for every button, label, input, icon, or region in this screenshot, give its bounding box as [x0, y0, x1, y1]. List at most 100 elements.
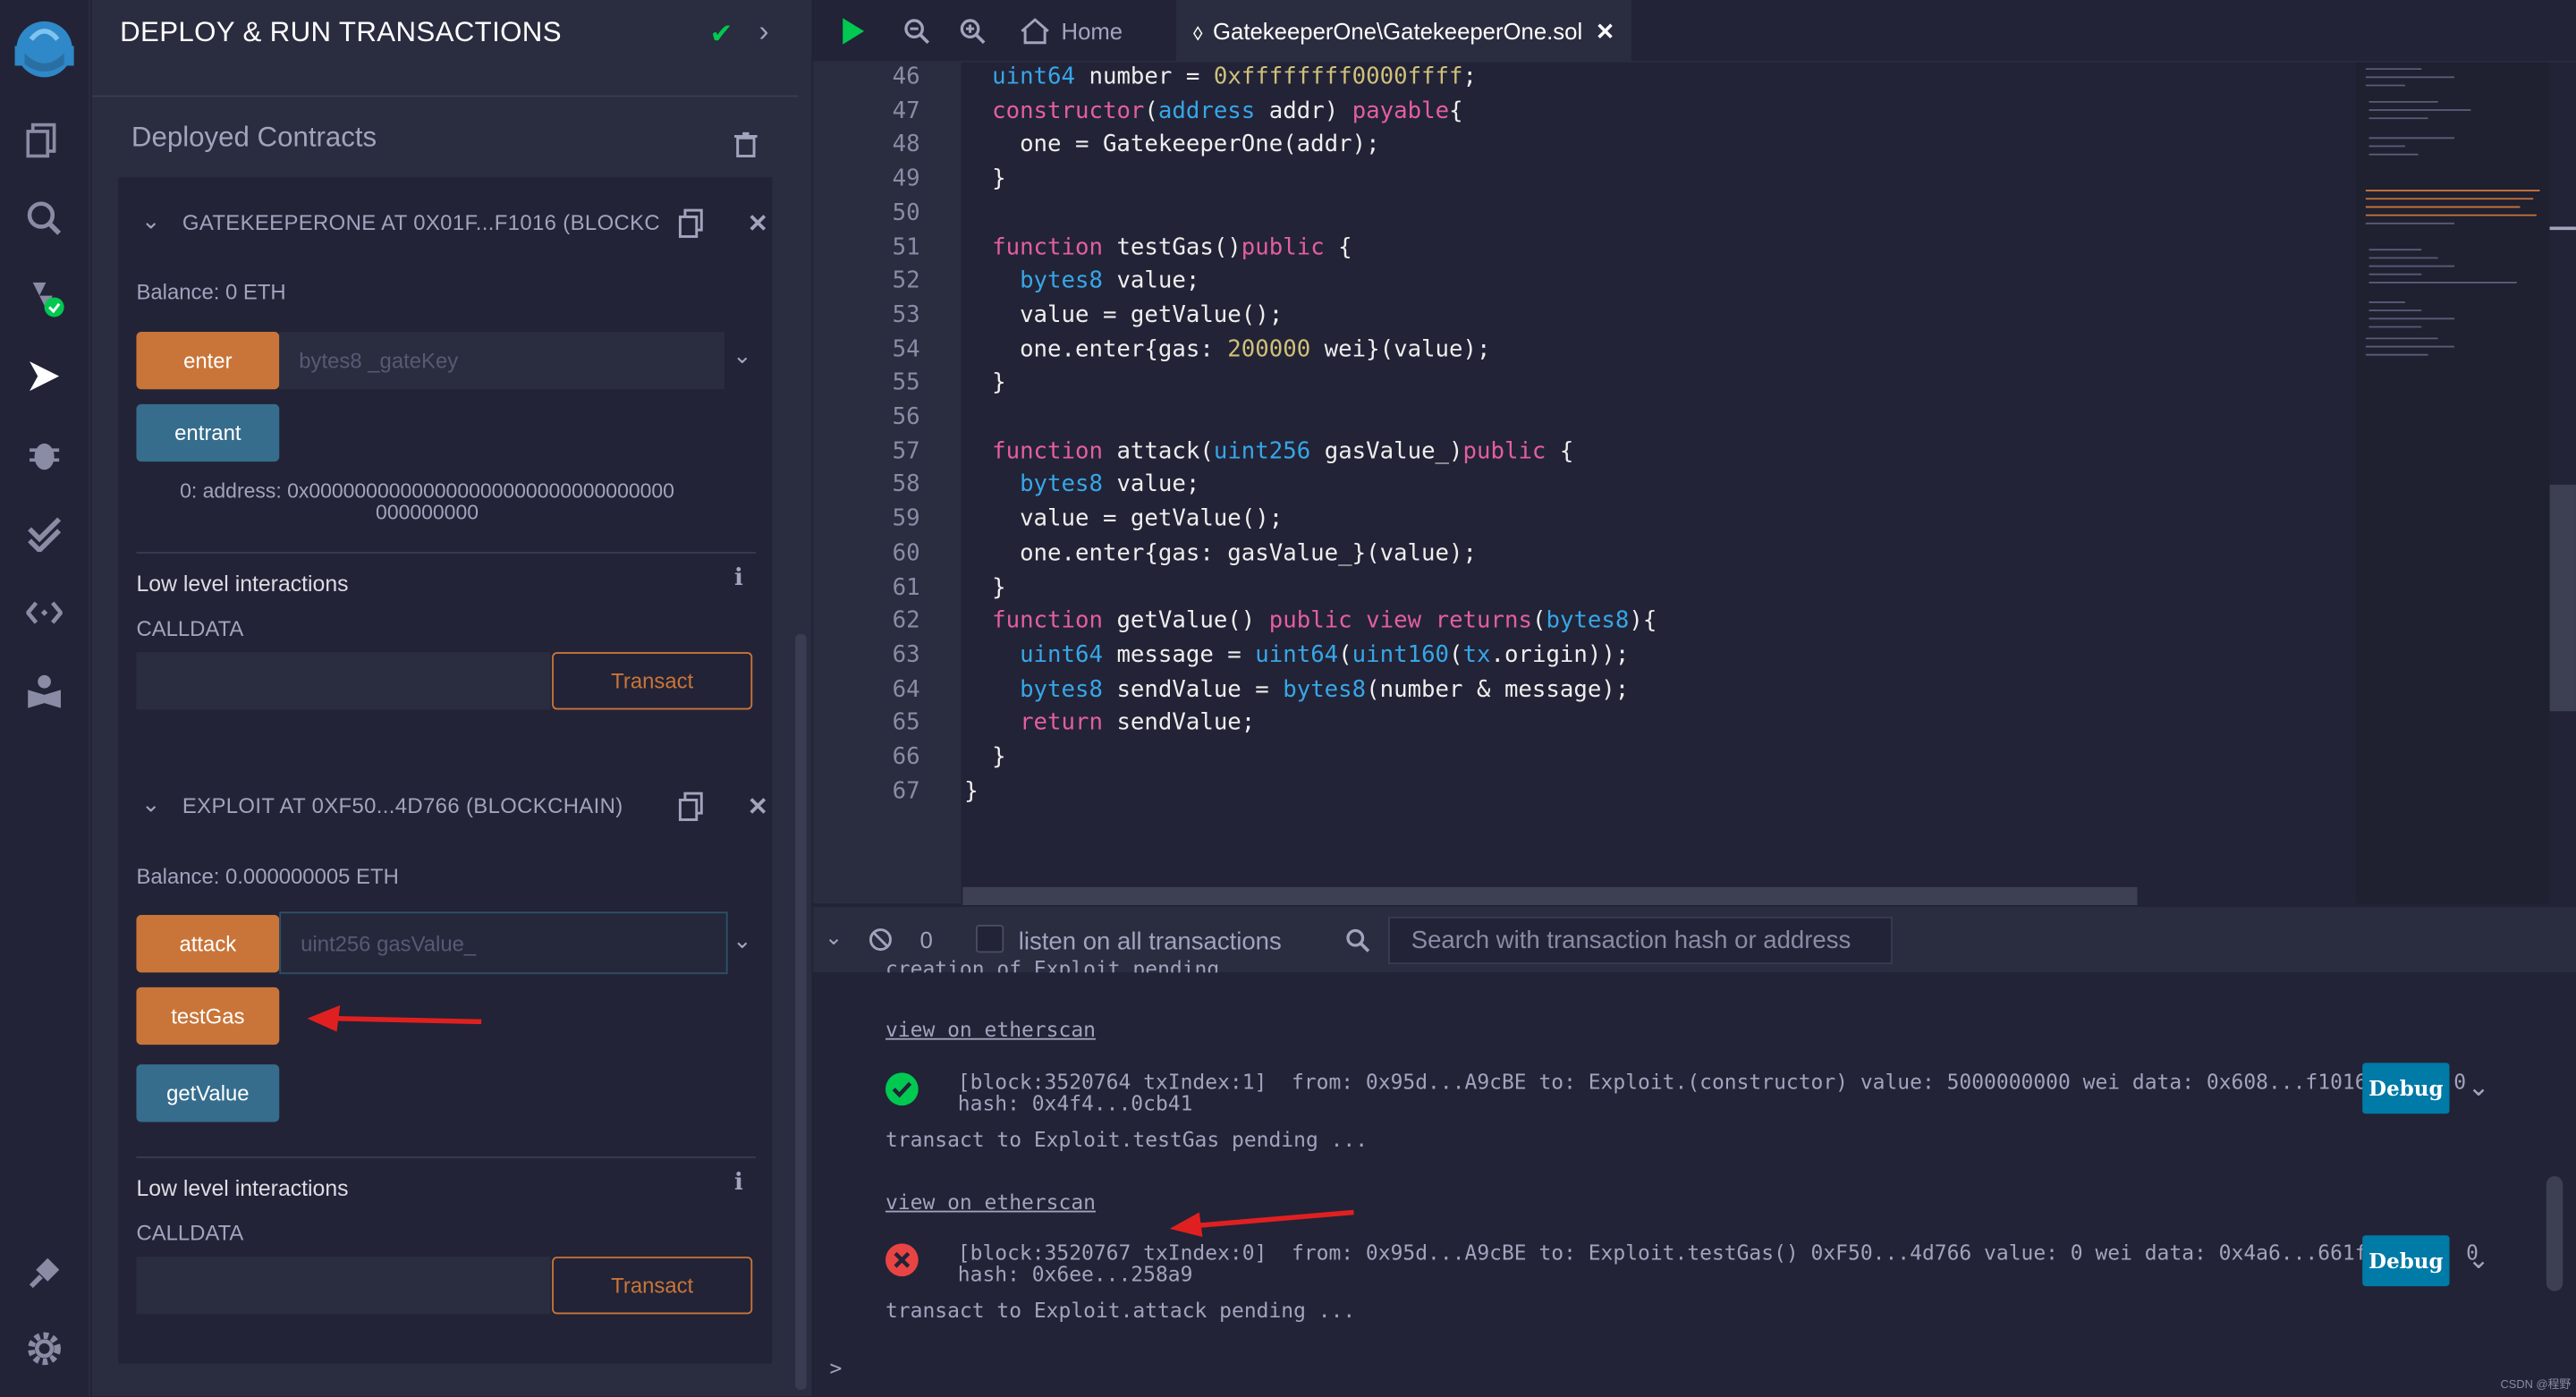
- close-icon[interactable]: ✕: [748, 792, 768, 821]
- calldata-input[interactable]: [136, 1257, 551, 1315]
- chevron-down-icon[interactable]: ⌄: [141, 207, 161, 234]
- pending-count: 0: [919, 926, 933, 953]
- expand-tx-icon[interactable]: ⌄: [2468, 1071, 2490, 1105]
- debugger-icon[interactable]: [20, 430, 69, 479]
- panel-scrollbar[interactable]: [794, 633, 807, 1390]
- code-line[interactable]: bytes8 value;: [964, 268, 1199, 294]
- code-line[interactable]: value = getValue();: [964, 302, 1283, 328]
- line-number: 53: [892, 301, 920, 329]
- pending-log-line: transact to Exploit.testGas pending ...: [885, 1126, 1368, 1152]
- editor-minimap[interactable]: [2355, 62, 2550, 904]
- deployed-contracts-title: Deployed Contracts: [131, 121, 377, 153]
- etherscan-link[interactable]: view on etherscan: [886, 1017, 1096, 1042]
- tab-gatekeeperone-sol[interactable]: ⬨ GatekeeperOne\GatekeeperOne.sol ✕: [1176, 0, 1631, 63]
- plugin-code-icon[interactable]: [20, 588, 69, 638]
- enter-button[interactable]: enter: [136, 332, 280, 390]
- transact-button[interactable]: Transact: [552, 1257, 753, 1315]
- remix-logo-icon[interactable]: [8, 13, 80, 86]
- code-line[interactable]: one = GatekeeperOne(addr);: [964, 132, 1380, 158]
- balance-label: Balance: 0.000000005 ETH: [136, 864, 399, 889]
- pending-log-line: transact to Exploit.attack pending ...: [885, 1297, 1356, 1323]
- line-number: 52: [892, 267, 920, 295]
- code-line[interactable]: value = getValue();: [964, 506, 1283, 532]
- line-number: 56: [892, 403, 920, 431]
- code-line[interactable]: }: [964, 166, 1006, 192]
- tab-home-label: Home: [1061, 18, 1123, 45]
- code-line[interactable]: bytes8 value;: [964, 472, 1199, 498]
- code-line[interactable]: one.enter{gas: gasValue_}(value);: [964, 540, 1477, 566]
- info-icon[interactable]: i: [734, 565, 743, 591]
- solidity-compiler-icon[interactable]: [20, 273, 69, 322]
- contract-instance-title[interactable]: EXPLOIT AT 0XF50...4D766 (BLOCKCHAIN): [182, 793, 623, 818]
- zoom-out-icon[interactable]: [903, 0, 930, 63]
- tx-hash-line: hash: 0x6ee...258a9: [957, 1261, 1193, 1287]
- close-tab-icon[interactable]: ✕: [1596, 17, 1615, 45]
- enter-gatekey-input[interactable]: bytes8 _gateKey: [279, 332, 724, 390]
- divider: [91, 95, 799, 97]
- editor-horizontal-scrollbar[interactable]: [962, 886, 2138, 906]
- search-icon[interactable]: [20, 194, 69, 243]
- getvalue-button[interactable]: getValue: [136, 1064, 280, 1122]
- zoom-in-icon[interactable]: [960, 0, 986, 63]
- debug-button[interactable]: Debug: [2362, 1235, 2450, 1287]
- contract-instance-title[interactable]: GATEKEEPERONE AT 0X01F...F1016 (BLOCKC: [182, 210, 660, 235]
- code-line[interactable]: uint64 number = 0xffffffff0000ffff;: [964, 64, 1477, 90]
- clear-console-icon[interactable]: [869, 928, 893, 952]
- copy-icon[interactable]: [678, 792, 705, 821]
- editor-vertical-scrollbar[interactable]: [2549, 484, 2576, 712]
- tab-home[interactable]: Home: [1021, 0, 1172, 63]
- search-icon: [1346, 928, 1370, 952]
- code-line[interactable]: return sendValue;: [964, 710, 1255, 736]
- result-line: 000000000: [376, 501, 479, 524]
- result-line: 0: address: 0x00000000000000000000000000…: [180, 479, 674, 504]
- info-icon[interactable]: i: [734, 1170, 743, 1196]
- code-line[interactable]: }: [964, 778, 978, 804]
- plugin-manager-icon[interactable]: [20, 1249, 69, 1298]
- chevron-right-icon[interactable]: ›: [759, 15, 769, 50]
- code-line[interactable]: function attack(uint256 gasValue_)public…: [964, 438, 1573, 464]
- close-icon[interactable]: ✕: [748, 208, 768, 238]
- code-line[interactable]: bytes8 sendValue = bytes8(number & messa…: [964, 676, 1629, 702]
- terminal-prompt[interactable]: >: [830, 1355, 843, 1380]
- listen-label: listen on all transactions: [1018, 927, 1282, 956]
- entrant-button[interactable]: entrant: [136, 403, 280, 462]
- code-line[interactable]: uint64 message = uint64(uint160(tx.origi…: [964, 642, 1629, 668]
- code-line[interactable]: function getValue() public view returns(…: [964, 608, 1657, 634]
- run-icon[interactable]: [838, 0, 868, 63]
- transaction-search-input[interactable]: Search with transaction hash or address: [1388, 916, 1893, 965]
- copy-icon[interactable]: [678, 208, 705, 238]
- code-line[interactable]: function testGas()public {: [964, 234, 1352, 260]
- expand-tx-icon[interactable]: ⌄: [2468, 1243, 2490, 1276]
- attack-gasvalue-input[interactable]: uint256 gasValue_: [279, 911, 728, 975]
- calldata-input[interactable]: [136, 652, 551, 710]
- settings-gear-icon[interactable]: [20, 1324, 69, 1373]
- testing-icon[interactable]: [20, 509, 69, 558]
- chevron-down-icon[interactable]: ⌄: [141, 790, 161, 817]
- listen-checkbox[interactable]: [975, 925, 1004, 953]
- code-line[interactable]: }: [964, 574, 1006, 600]
- transact-button[interactable]: Transact: [552, 652, 753, 710]
- line-number: 59: [892, 505, 920, 533]
- file-explorer-icon[interactable]: [20, 115, 69, 165]
- trash-icon[interactable]: [734, 131, 758, 157]
- debug-button[interactable]: Debug: [2362, 1063, 2450, 1114]
- code-line[interactable]: one.enter{gas: 200000 wei}(value);: [964, 336, 1490, 362]
- attack-button[interactable]: attack: [136, 915, 280, 973]
- code-line[interactable]: }: [964, 370, 1006, 396]
- check-icon: ✔: [709, 18, 733, 50]
- code-line[interactable]: }: [964, 744, 1006, 770]
- divider: [136, 552, 756, 554]
- chevron-down-icon[interactable]: ⌄: [733, 927, 752, 954]
- terminal-scrollbar[interactable]: [2546, 1176, 2563, 1291]
- deploy-run-icon[interactable]: [20, 351, 69, 401]
- learneth-icon[interactable]: [20, 667, 69, 716]
- collapse-terminal-icon[interactable]: ⌄: [825, 925, 843, 951]
- calldata-label: CALLDATA: [136, 1220, 244, 1246]
- line-number: 66: [892, 744, 920, 771]
- etherscan-link[interactable]: view on etherscan: [886, 1190, 1096, 1215]
- error-icon: [885, 1243, 919, 1277]
- code-line[interactable]: constructor(address addr) payable{: [964, 98, 1462, 124]
- chevron-down-icon[interactable]: ⌄: [733, 342, 752, 369]
- testgas-button[interactable]: testGas: [136, 986, 280, 1046]
- tab-file-label: GatekeeperOne\GatekeeperOne.sol: [1213, 18, 1583, 45]
